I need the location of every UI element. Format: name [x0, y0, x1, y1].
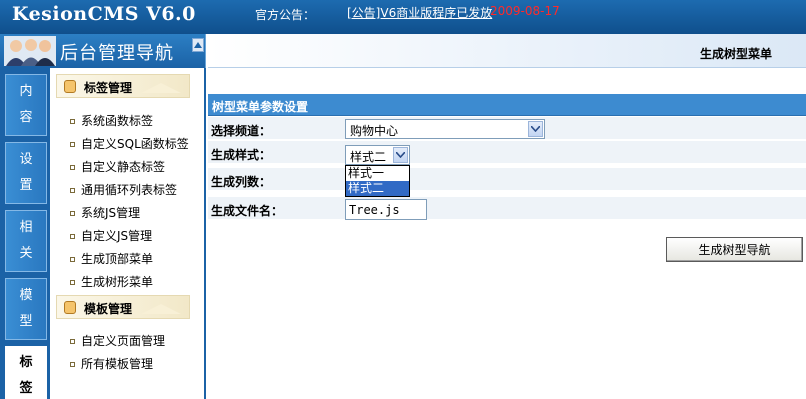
main-title-bar: 生成树型菜单	[208, 34, 806, 68]
bullet-icon	[70, 188, 75, 193]
filename-label: 生成文件名：	[211, 204, 284, 218]
settings-panel-header: 树型菜单参数设置	[208, 94, 806, 116]
bullet-icon	[70, 339, 75, 344]
tab-label: 相 关	[19, 220, 33, 261]
menu-item-label: 系统JS管理	[81, 206, 141, 220]
notice-label: 官方公告：	[255, 8, 316, 22]
channel-label: 选择频道：	[211, 124, 272, 138]
sidebar-title: 后台管理导航	[60, 43, 174, 64]
bullet-icon	[70, 165, 75, 170]
hand-icon	[64, 80, 76, 93]
settings-panel-title: 树型菜单参数设置	[212, 100, 309, 114]
vertical-tab-column: 内 容 设 置 相 关 模 型 标 签	[0, 68, 50, 399]
menu-item[interactable]: 自定义JS管理	[70, 227, 152, 244]
menu-item[interactable]: 系统函数标签	[70, 112, 153, 129]
menu-item[interactable]: 生成树形菜单	[70, 273, 153, 290]
tab-label: 内 容	[19, 84, 33, 125]
style-select[interactable]: 样式二	[345, 145, 410, 165]
menu-item[interactable]: 自定义SQL函数标签	[70, 135, 189, 152]
chevron-down-icon[interactable]	[393, 147, 408, 163]
bullet-icon	[70, 257, 75, 262]
channel-select-value: 购物中心	[350, 124, 399, 138]
section-header-templates[interactable]: 模板管理	[56, 295, 190, 319]
style-option-2[interactable]: 样式二	[346, 181, 409, 196]
menu-item-label: 系统函数标签	[81, 114, 154, 128]
chevron-down-icon[interactable]	[528, 121, 543, 137]
menu-item[interactable]: 系统JS管理	[70, 204, 140, 221]
tab-label: 设 置	[19, 152, 33, 193]
notice-link[interactable]: [公告]V6商业版程序已发放	[347, 4, 492, 21]
decorative-triangle	[141, 83, 181, 93]
sidebar-menu-panel: 标签管理 系统函数标签 自定义SQL函数标签 自定义静态标签 通用循环列表标签 …	[50, 68, 206, 399]
menu-item-label: 自定义SQL函数标签	[81, 137, 189, 151]
tab-model[interactable]: 模 型	[5, 278, 47, 340]
bullet-icon	[70, 142, 75, 147]
generate-tree-button[interactable]: 生成树型导航	[666, 237, 803, 262]
channel-select[interactable]: 购物中心	[345, 119, 545, 139]
bullet-icon	[70, 234, 75, 239]
form-row-style: 生成样式：	[208, 141, 806, 164]
triangle-up-icon	[194, 42, 202, 48]
menu-item[interactable]: 通用循环列表标签	[70, 181, 177, 198]
menu-item[interactable]: 生成顶部菜单	[70, 250, 153, 267]
bullet-icon	[70, 211, 75, 216]
bullet-icon	[70, 280, 75, 285]
admin-people-icon	[4, 36, 56, 66]
sidebar-header: 后台管理导航	[0, 34, 206, 68]
style-select-value: 样式二	[350, 150, 387, 164]
menu-item-label: 生成顶部菜单	[81, 252, 154, 266]
style-dropdown-list: 样式一 样式二	[345, 165, 410, 197]
section-header-tags[interactable]: 标签管理	[56, 74, 190, 98]
tab-label: 标 签	[19, 355, 33, 396]
hand-icon	[64, 301, 76, 314]
bullet-icon	[70, 362, 75, 367]
section-title: 模板管理	[84, 302, 133, 316]
tab-tags[interactable]: 标 签	[5, 346, 47, 399]
bullet-icon	[70, 119, 75, 124]
tab-settings[interactable]: 设 置	[5, 142, 47, 204]
style-label: 生成样式：	[211, 148, 272, 162]
tab-related[interactable]: 相 关	[5, 210, 47, 272]
decorative-triangle	[141, 304, 181, 314]
form-row-columns: 生成列数：	[208, 168, 806, 191]
style-option-1[interactable]: 样式一	[346, 166, 409, 181]
top-header: KesionCMS V6.0 官方公告： [公告]V6商业版程序已发放 2009…	[0, 0, 806, 34]
menu-item-label: 自定义JS管理	[81, 229, 153, 243]
tab-content[interactable]: 内 容	[5, 74, 47, 136]
tab-label: 模 型	[19, 288, 33, 329]
page-title: 生成树型菜单	[699, 47, 772, 61]
menu-item-label: 通用循环列表标签	[81, 183, 178, 197]
filename-input[interactable]	[345, 199, 427, 220]
form-row-filename: 生成文件名：	[208, 197, 806, 220]
sidebar-collapse-button[interactable]	[192, 38, 204, 52]
menu-item-label: 自定义静态标签	[81, 160, 166, 174]
menu-item[interactable]: 自定义静态标签	[70, 158, 165, 175]
section-title: 标签管理	[84, 81, 133, 95]
menu-item[interactable]: 自定义页面管理	[70, 332, 165, 349]
app-logo: KesionCMS V6.0	[12, 3, 196, 25]
columns-label: 生成列数：	[211, 175, 272, 189]
menu-item-label: 所有模板管理	[81, 357, 154, 371]
menu-item[interactable]: 所有模板管理	[70, 355, 153, 372]
menu-item-label: 自定义页面管理	[81, 334, 166, 348]
notice-date: 2009-08-17	[490, 4, 560, 18]
menu-item-label: 生成树形菜单	[81, 275, 154, 289]
